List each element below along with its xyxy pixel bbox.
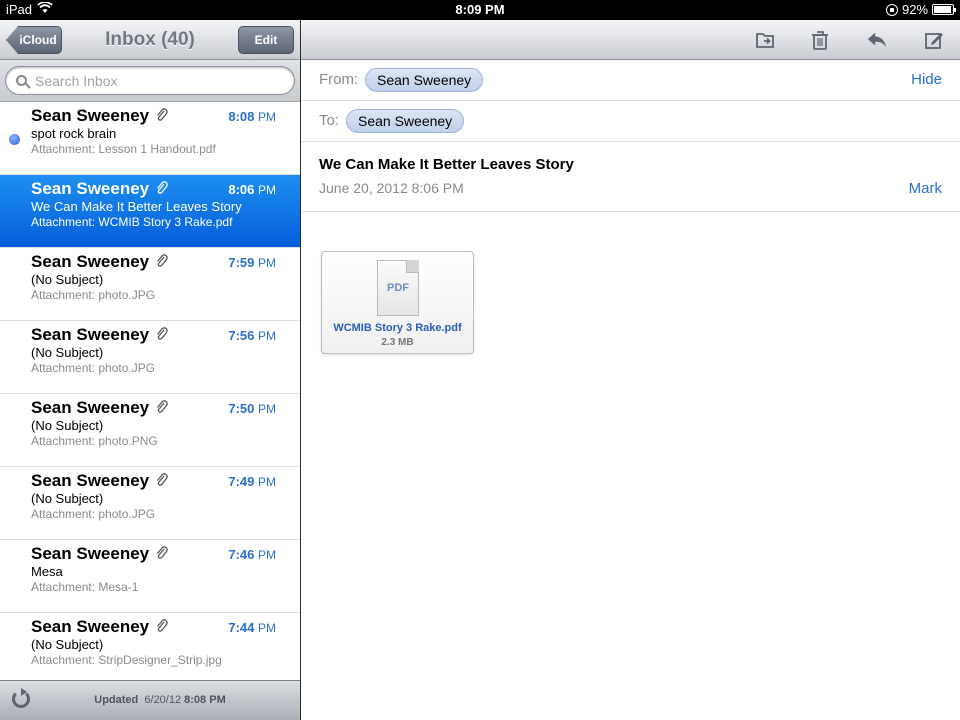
- mailbox-toolbar: Updated 6/20/12 8:08 PM: [0, 680, 300, 720]
- message-sender: Sean Sweeney: [31, 544, 150, 563]
- paperclip-icon: [155, 545, 168, 564]
- message-subject-line: (No Subject): [31, 272, 104, 287]
- message-toolbar: [301, 20, 960, 60]
- message-preview: Attachment: Mesa-1: [31, 580, 139, 594]
- message-row[interactable]: Sean Sweeney 7:56 PM (No Subject) Attachmen…: [0, 321, 300, 394]
- mailbox-pane: iCloud Inbox (40) Edit Sean Sweeney 8:08 …: [0, 20, 300, 720]
- to-label: To:: [319, 112, 340, 129]
- mark-link[interactable]: Mark: [909, 180, 942, 197]
- message-preview: Attachment: photo.JPG: [31, 507, 156, 521]
- status-bar: iPad 8:09 PM 92%: [0, 0, 960, 20]
- from-address-chip[interactable]: Sean Sweeney: [365, 68, 484, 92]
- attachment-type-label: PDF: [387, 282, 409, 294]
- mailbox-navbar: iCloud Inbox (40) Edit: [0, 20, 300, 60]
- battery-icon: [932, 4, 956, 15]
- attachment-tile[interactable]: PDF WCMIB Story 3 Rake.pdf 2.3 MB: [321, 251, 474, 354]
- message-subject: We Can Make It Better Leaves Story: [319, 156, 574, 173]
- search-input[interactable]: [35, 72, 255, 89]
- attachment-size: 2.3 MB: [381, 337, 414, 348]
- search-icon: [16, 75, 27, 86]
- message-row[interactable]: Sean Sweeney 7:59 PM (No Subject) Attachmen…: [0, 248, 300, 321]
- paperclip-icon: [155, 399, 168, 418]
- message-time: 7:50 PM: [228, 401, 276, 416]
- message-subject-line: (No Subject): [31, 637, 104, 652]
- message-time: 8:06 PM: [228, 182, 276, 197]
- message-preview: Attachment: Lesson 1 Handout.pdf: [31, 142, 216, 156]
- message-row[interactable]: Sean Sweeney 8:06 PM We Can Make It Better…: [0, 175, 300, 248]
- message-preview: Attachment: photo.PNG: [31, 434, 158, 448]
- message-time: 7:56 PM: [228, 328, 276, 343]
- message-subject-line: spot rock brain: [31, 126, 117, 141]
- message-row[interactable]: Sean Sweeney 7:46 PM Mesa Attachment: Mesa-…: [0, 540, 300, 613]
- message-list: Sean Sweeney 8:08 PM spot rock brain Attach…: [0, 102, 300, 680]
- message-subject-line: We Can Make It Better Leaves Story: [31, 199, 242, 214]
- search-field[interactable]: [5, 66, 295, 95]
- to-address-chip[interactable]: Sean Sweeney: [346, 109, 465, 133]
- message-sender: Sean Sweeney: [31, 179, 150, 198]
- message-subject-line: (No Subject): [31, 345, 104, 360]
- message-preview: Attachment: photo.JPG: [31, 288, 156, 302]
- edit-button[interactable]: Edit: [238, 26, 294, 54]
- from-label: From:: [319, 71, 359, 88]
- message-preview: Attachment: photo.JPG: [31, 361, 156, 375]
- trash-icon[interactable]: [809, 29, 831, 51]
- message-subject-line: (No Subject): [31, 418, 104, 433]
- message-preview: Attachment: WCMIB Story 3 Rake.pdf: [31, 215, 233, 229]
- message-subject-line: (No Subject): [31, 491, 104, 506]
- message-row[interactable]: Sean Sweeney 7:49 PM (No Subject) Attachmen…: [0, 467, 300, 540]
- message-sender: Sean Sweeney: [31, 252, 150, 271]
- status-time: 8:09 PM: [455, 2, 505, 17]
- rotation-lock-icon: [885, 3, 898, 16]
- message-sender: Sean Sweeney: [31, 617, 150, 636]
- message-row[interactable]: Sean Sweeney 7:50 PM (No Subject) Attachmen…: [0, 394, 300, 467]
- message-time: 7:49 PM: [228, 474, 276, 489]
- from-row: From: Sean Sweeney Hide: [301, 60, 960, 101]
- message-sender: Sean Sweeney: [31, 106, 150, 125]
- message-time: 7:59 PM: [228, 255, 276, 270]
- paperclip-icon: [155, 472, 168, 491]
- message-sender: Sean Sweeney: [31, 471, 150, 490]
- message-time: 8:08 PM: [228, 109, 276, 124]
- search-bar: [0, 60, 300, 102]
- message-sender: Sean Sweeney: [31, 325, 150, 344]
- compose-icon[interactable]: [923, 29, 945, 51]
- message-time: 7:44 PM: [228, 620, 276, 635]
- paperclip-icon: [155, 326, 168, 345]
- to-row: To: Sean Sweeney: [301, 101, 960, 142]
- message-time: 7:46 PM: [228, 547, 276, 562]
- subject-row: We Can Make It Better Leaves Story June …: [301, 142, 960, 212]
- message-date: June 20, 2012 8:06 PM: [319, 180, 464, 196]
- message-pane: From: Sean Sweeney Hide To: Sean Sweeney…: [301, 20, 960, 720]
- unread-dot-icon: [9, 134, 20, 145]
- updated-status: Updated 6/20/12 8:08 PM: [94, 694, 226, 706]
- battery-percent: 92%: [901, 2, 928, 17]
- hide-link[interactable]: Hide: [911, 71, 942, 88]
- message-subject-line: Mesa: [31, 564, 63, 579]
- paperclip-icon: [155, 253, 168, 272]
- paperclip-icon: [155, 618, 168, 637]
- attachment-name: WCMIB Story 3 Rake.pdf: [333, 322, 462, 334]
- message-row[interactable]: Sean Sweeney 7:44 PM (No Subject) Attachmen…: [0, 613, 300, 680]
- paperclip-icon: [155, 180, 168, 199]
- reply-icon[interactable]: [866, 29, 888, 51]
- message-sender: Sean Sweeney: [31, 398, 150, 417]
- message-row[interactable]: Sean Sweeney 8:08 PM spot rock brain Attach…: [0, 102, 300, 175]
- move-to-folder-icon[interactable]: [754, 29, 776, 51]
- paperclip-icon: [155, 107, 168, 126]
- message-preview: Attachment: StripDesigner_Strip.jpg: [31, 653, 222, 667]
